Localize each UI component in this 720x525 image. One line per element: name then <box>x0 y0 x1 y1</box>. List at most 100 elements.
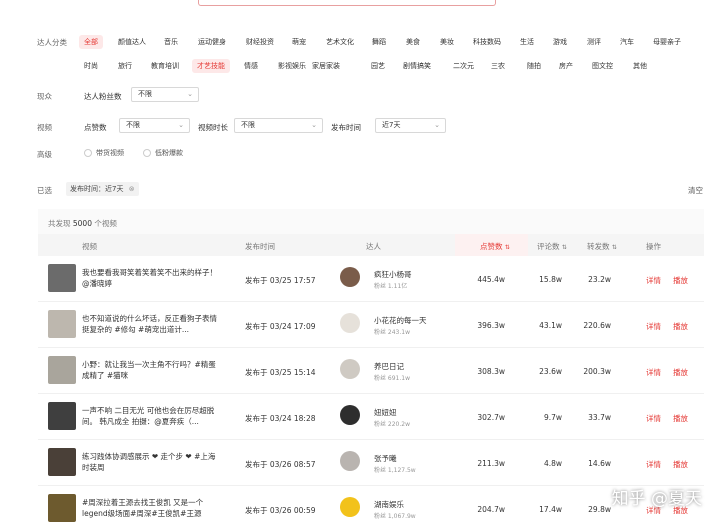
play-link[interactable]: 播放 <box>673 413 688 424</box>
category-tag[interactable]: 全部 <box>79 35 103 49</box>
play-link[interactable]: 播放 <box>673 367 688 378</box>
category-tag[interactable]: 汽车 <box>615 35 639 49</box>
close-icon[interactable]: ⊗ <box>129 185 135 193</box>
avatar[interactable] <box>340 451 360 471</box>
detail-link[interactable]: 详情 <box>646 275 661 286</box>
fans-select[interactable]: 不限 ⌄ <box>131 87 199 102</box>
author-name[interactable]: 张予曦 <box>374 453 397 464</box>
author-fans: 粉丝 1,067.9w <box>374 513 416 520</box>
category-tag[interactable]: 音乐 <box>159 35 183 49</box>
author-fans: 粉丝 691.1w <box>374 375 410 382</box>
comments-count: 43.1w <box>539 321 562 330</box>
header-comments-sortable[interactable]: 评论数 ⇅ <box>537 241 567 252</box>
summary-prefix: 共发现 <box>48 219 71 228</box>
category-tag[interactable]: 科技数码 <box>468 35 506 49</box>
category-tag[interactable]: 图文控 <box>587 59 618 73</box>
avatar[interactable] <box>340 267 360 287</box>
category-tag[interactable]: 时尚 <box>79 59 103 73</box>
detail-link[interactable]: 详情 <box>646 321 661 332</box>
avatar[interactable] <box>340 405 360 425</box>
category-tag[interactable]: 才艺技能 <box>192 59 230 73</box>
video-title[interactable]: 练习践体协调感展示 ❤ 走个步 ❤ #上海时装周 <box>82 451 220 475</box>
selected-filter-chip[interactable]: 发布时间：近7天 ⊗ <box>66 182 139 196</box>
publish-time: 发布于 03/24 17:09 <box>245 322 316 331</box>
clear-button[interactable]: 清空 <box>688 185 703 196</box>
category-tag[interactable]: 生活 <box>515 35 539 49</box>
category-tag[interactable]: 家居家装 <box>307 59 345 73</box>
category-tag[interactable]: 美食 <box>401 35 425 49</box>
likes-filter-label: 点赞数 <box>84 123 107 132</box>
video-thumbnail[interactable] <box>48 402 76 430</box>
avatar[interactable] <box>340 497 360 517</box>
category-tag[interactable]: 游戏 <box>548 35 572 49</box>
selected-filter-text: 发布时间：近7天 <box>70 185 124 193</box>
play-link[interactable]: 播放 <box>673 459 688 470</box>
category-tag[interactable]: 财经投资 <box>241 35 279 49</box>
category-tag[interactable]: 艺术文化 <box>321 35 359 49</box>
category-tag[interactable]: 剧情搞笑 <box>398 59 436 73</box>
likes-count: 308.3w <box>477 367 505 376</box>
category-tag[interactable]: 旅行 <box>113 59 137 73</box>
video-title[interactable]: 我也要看我哥笑着笑着笑不出来的样子！@潘晓婷 <box>82 267 220 291</box>
likes-select-value: 不限 <box>126 121 140 129</box>
category-tag[interactable]: 园艺 <box>366 59 390 73</box>
author-name[interactable]: 湖南娱乐 <box>374 499 404 510</box>
category-tag[interactable]: 运动健身 <box>193 35 231 49</box>
detail-link[interactable]: 详情 <box>646 413 661 424</box>
shares-count: 200.3w <box>583 367 611 376</box>
likes-count: 445.4w <box>477 275 505 284</box>
sort-icon: ⇅ <box>611 244 617 251</box>
author-name[interactable]: 小花花的每一天 <box>374 315 427 326</box>
detail-link[interactable]: 详情 <box>646 367 661 378</box>
category-tag[interactable]: 颜值达人 <box>113 35 151 49</box>
category-tag[interactable]: 二次元 <box>448 59 479 73</box>
top-search-box-edge[interactable] <box>198 0 496 6</box>
goods-video-radio[interactable]: 带货视频 <box>84 148 124 158</box>
chevron-down-icon: ⌄ <box>178 121 184 129</box>
video-title[interactable]: 一声不响 二目无光 可他也会在厉尽超脱间。 韩凡成全 拍摄：@夏奔疾（... <box>82 405 220 429</box>
category-tag[interactable]: 测评 <box>582 35 606 49</box>
category-tag[interactable]: 萌宠 <box>287 35 311 49</box>
play-link[interactable]: 播放 <box>673 321 688 332</box>
summary-count: 5000 <box>72 219 92 228</box>
author-name[interactable]: 疯狂小杨哥 <box>374 269 412 280</box>
category-tag[interactable]: 母婴亲子 <box>648 35 686 49</box>
likes-select[interactable]: 不限 ⌄ <box>119 118 190 133</box>
category-tag[interactable]: 其他 <box>628 59 652 73</box>
category-tag[interactable]: 舞蹈 <box>367 35 391 49</box>
pubtime-select[interactable]: 近7天 ⌄ <box>375 118 446 133</box>
header-shares-sortable[interactable]: 转发数 ⇅ <box>587 241 617 252</box>
video-filter-label: 视频 <box>37 123 52 132</box>
goods-video-label: 带货视频 <box>96 149 124 157</box>
video-thumbnail[interactable] <box>48 448 76 476</box>
avatar[interactable] <box>340 313 360 333</box>
video-thumbnail[interactable] <box>48 310 76 338</box>
header-likes: 点赞数 <box>480 242 503 251</box>
video-thumbnail[interactable] <box>48 264 76 292</box>
author-name[interactable]: 妞妞妞 <box>374 407 397 418</box>
comments-count: 15.8w <box>539 275 562 284</box>
video-thumbnail[interactable] <box>48 356 76 384</box>
video-thumbnail[interactable] <box>48 494 76 522</box>
avatar[interactable] <box>340 359 360 379</box>
category-tag[interactable]: 情感 <box>239 59 263 73</box>
detail-link[interactable]: 详情 <box>646 459 661 470</box>
category-tag[interactable]: 教育培训 <box>146 59 184 73</box>
chevron-down-icon: ⌄ <box>187 90 193 98</box>
duration-select-value: 不限 <box>241 121 255 129</box>
category-tag[interactable]: 随拍 <box>522 59 546 73</box>
video-title[interactable]: 也不知道说的什么坏话，反正看狗子表情挺复杂的 #修勾 #萌宠出道计... <box>82 313 220 337</box>
video-title[interactable]: 小野：就让我当一次主角不行吗？#精蛋成精了 #猫咪 <box>82 359 220 383</box>
category-tag[interactable]: 房产 <box>554 59 578 73</box>
category-tag[interactable]: 美妆 <box>435 35 459 49</box>
fans-filter-label: 达人粉丝数 <box>84 92 122 101</box>
category-tag[interactable]: 影视娱乐 <box>273 59 311 73</box>
author-name[interactable]: 养巴日记 <box>374 361 404 372</box>
low-fans-radio[interactable]: 低粉爆款 <box>143 148 183 158</box>
category-tag[interactable]: 三农 <box>486 59 510 73</box>
duration-select[interactable]: 不限 ⌄ <box>234 118 323 133</box>
video-title[interactable]: #周深拉着王源去找王俊凯 又是一个legend级场面#周深#王俊凯#王源 <box>82 497 220 521</box>
author-fans: 粉丝 243.1w <box>374 329 410 336</box>
header-likes-sortable[interactable]: 点赞数 ⇅ <box>480 241 510 252</box>
play-link[interactable]: 播放 <box>673 275 688 286</box>
